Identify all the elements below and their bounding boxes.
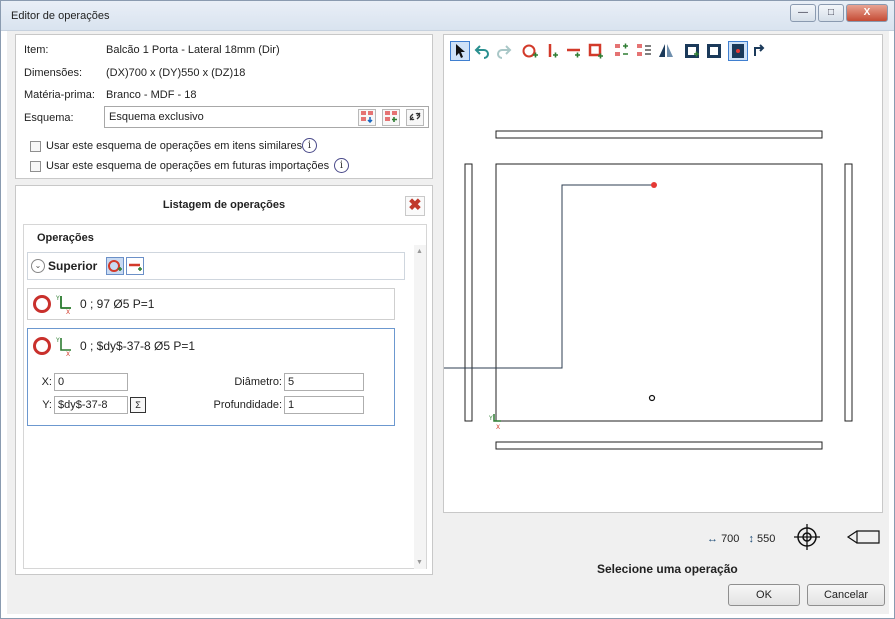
list-scrollbar[interactable]: ▲ ▼ xyxy=(414,245,426,569)
close-button[interactable]: X xyxy=(846,4,888,22)
chevron-down-icon[interactable]: ⌄ xyxy=(31,259,45,273)
operations-panel: Listagem de operações ✖ Operações ▲ ▼ ⌄ … xyxy=(15,185,433,575)
operation-text: 0 ; 97 Ø5 P=1 xyxy=(80,297,155,311)
status-text: Selecione uma operação xyxy=(597,562,738,576)
y-input[interactable]: $dy$-37-8 xyxy=(54,396,128,414)
operation-text: 0 ; $dy$-37-8 Ø5 P=1 xyxy=(80,339,196,353)
depth-input[interactable]: 1 xyxy=(284,396,364,414)
similar-items-checkbox[interactable] xyxy=(30,141,41,152)
operation-item[interactable]: YX 0 ; 97 Ø5 P=1 xyxy=(27,288,395,320)
height-arrow-icon: ↕ xyxy=(748,533,754,545)
operation-item-selected[interactable]: YX 0 ; $dy$-37-8 Ø5 P=1 X: 0 Y: $dy$-37-… xyxy=(27,328,395,426)
title-bar: Editor de operações — □ X xyxy=(1,1,894,31)
height-value: 550 xyxy=(757,533,776,545)
operations-header: Operações xyxy=(37,232,94,244)
item-label: Item: xyxy=(24,44,49,56)
material-value: Branco - MDF - 18 xyxy=(106,89,197,101)
minimize-button[interactable]: — xyxy=(790,4,816,22)
info-icon[interactable]: i xyxy=(334,158,349,173)
x-label: X: xyxy=(41,376,52,388)
item-value: Balcão 1 Porta - Lateral 18mm (Dir) xyxy=(106,44,280,56)
top-edge-panel xyxy=(495,130,823,139)
axis-icon: YX xyxy=(56,295,71,315)
schema-label: Esquema: xyxy=(24,112,74,124)
svg-text:X: X xyxy=(66,351,70,357)
operations-title: Listagem de operações xyxy=(162,199,286,211)
dimensions-label: Dimensões: xyxy=(24,67,83,79)
drill-hole-icon xyxy=(33,337,51,355)
add-drill-icon[interactable] xyxy=(106,257,124,275)
svg-text:Y: Y xyxy=(488,415,493,422)
cancel-button[interactable]: Cancelar xyxy=(807,584,885,606)
formula-sigma-icon[interactable]: Σ xyxy=(130,397,146,413)
depth-label: Profundidade: xyxy=(213,399,283,411)
info-icon[interactable]: i xyxy=(302,138,317,153)
dimensions-value: (DX)700 x (DY)550 x (DZ)18 xyxy=(106,67,246,79)
editor-window: Editor de operações — □ X Item: Balcão 1… xyxy=(0,0,895,619)
scroll-up-icon[interactable]: ▲ xyxy=(416,248,423,255)
part-drawing[interactable]: Y X xyxy=(444,35,884,514)
add-groove-icon[interactable] xyxy=(126,257,144,275)
bottom-edge-panel xyxy=(495,441,823,450)
x-input[interactable]: 0 xyxy=(54,373,128,391)
svg-text:X: X xyxy=(66,309,70,315)
maximize-button[interactable]: □ xyxy=(818,4,844,22)
y-label: Y: xyxy=(42,399,52,411)
similar-items-label: Usar este esquema de operações em itens … xyxy=(46,140,303,152)
group-name: Superior xyxy=(48,259,98,273)
dialog-content: Item: Balcão 1 Porta - Lateral 18mm (Dir… xyxy=(7,31,889,614)
material-label: Matéria-prima: xyxy=(24,89,95,101)
part-face xyxy=(495,163,823,422)
perspective-view-icon[interactable] xyxy=(845,523,881,551)
width-value: 700 xyxy=(721,533,740,545)
future-imports-label: Usar este esquema de operações em futura… xyxy=(46,160,330,172)
left-edge-panel xyxy=(464,163,473,422)
schema-unlink-icon[interactable] xyxy=(406,109,424,126)
scroll-down-icon[interactable]: ▼ xyxy=(416,559,423,566)
ok-button[interactable]: OK xyxy=(728,584,800,606)
schema-value: Esquema exclusivo xyxy=(109,111,204,123)
target-icon[interactable] xyxy=(793,523,821,551)
dimensions-bar: ↔ 700 ↕ 550 xyxy=(707,533,775,545)
svg-text:Y: Y xyxy=(56,295,60,302)
diameter-input[interactable]: 5 xyxy=(284,373,364,391)
svg-text:X: X xyxy=(496,424,500,431)
drawing-canvas[interactable]: Y X xyxy=(443,34,883,513)
schema-field[interactable]: Esquema exclusivo xyxy=(104,106,429,128)
right-edge-panel xyxy=(844,163,853,422)
delete-operation-button[interactable]: ✖ xyxy=(405,196,425,216)
item-info-panel: Item: Balcão 1 Porta - Lateral 18mm (Dir… xyxy=(15,34,433,179)
schema-add-icon[interactable] xyxy=(382,109,400,126)
group-superior[interactable]: ⌄ Superior xyxy=(27,252,405,280)
selected-hole-point xyxy=(651,182,657,188)
diameter-label: Diâmetro: xyxy=(234,376,282,388)
window-title: Editor de operações xyxy=(11,10,110,22)
width-arrow-icon: ↔ xyxy=(707,533,718,545)
operations-list: Operações ▲ ▼ ⌄ Superior Y X 0 ; 97 Ø5 P… xyxy=(23,224,427,569)
schema-import-icon[interactable] xyxy=(358,109,376,126)
drill-hole-icon xyxy=(33,295,51,313)
axis-icon: YX xyxy=(56,337,71,357)
svg-text:Y: Y xyxy=(56,337,60,344)
future-imports-checkbox[interactable] xyxy=(30,161,41,172)
hole-point xyxy=(648,394,656,402)
